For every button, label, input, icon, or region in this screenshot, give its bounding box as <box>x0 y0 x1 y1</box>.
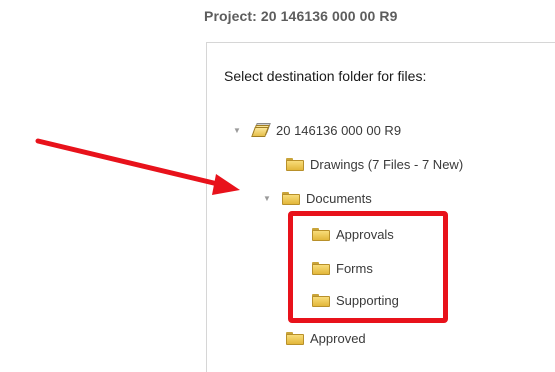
annotation-arrow-icon <box>35 138 240 195</box>
screenshot-stage: Project: 20 146136 000 00 R9 Select dest… <box>0 0 555 372</box>
